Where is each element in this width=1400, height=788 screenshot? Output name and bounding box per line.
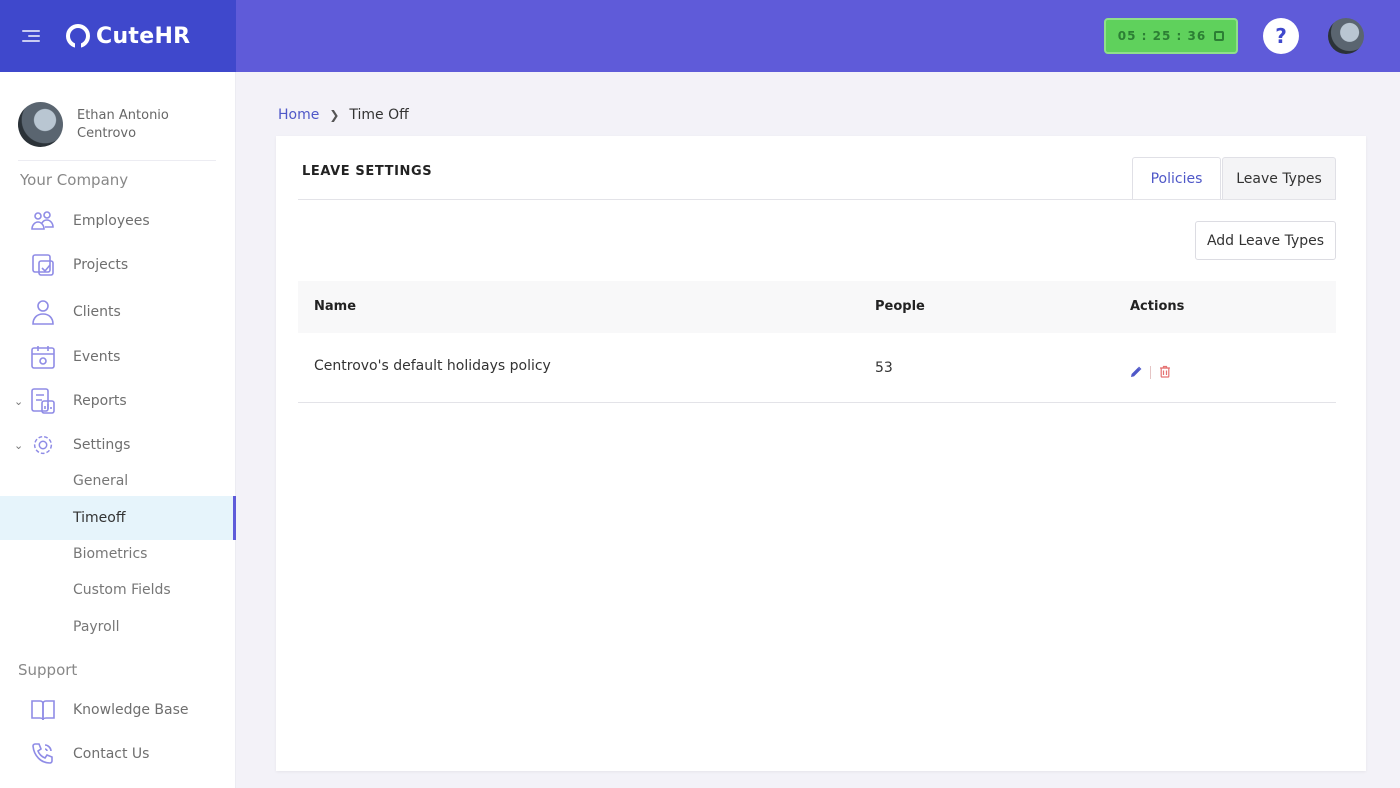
sidebar-item-label: Reports (73, 393, 127, 409)
edit-icon[interactable] (1130, 363, 1142, 382)
breadcrumb-current: Time Off (349, 107, 409, 123)
leave-settings-card: LEAVE SETTINGS Policies Leave Types Add … (276, 136, 1366, 771)
sidebar-item-knowledge-base[interactable]: Knowledge Base (30, 695, 220, 725)
sidebar-item-employees[interactable]: Employees (30, 206, 220, 236)
top-bar: 05 : 25 : 36 ? (236, 0, 1400, 72)
add-leave-types-button[interactable]: Add Leave Types (1195, 221, 1336, 260)
help-button[interactable]: ? (1263, 18, 1299, 54)
policy-people-count: 53 (875, 360, 893, 376)
sidebar: Ethan Antonio Centrovo Your Company Empl… (0, 72, 236, 788)
tab-leave-types[interactable]: Leave Types (1222, 157, 1336, 200)
sidebar-item-label: Knowledge Base (73, 702, 189, 718)
menu-toggle-icon[interactable] (22, 30, 40, 42)
delete-icon[interactable] (1159, 363, 1171, 382)
card-title: LEAVE SETTINGS (302, 164, 433, 179)
sidebar-item-projects[interactable]: Projects (30, 250, 220, 280)
sidebar-item-label: Projects (73, 257, 129, 273)
sidebar-item-reports[interactable]: ⌄ Reports (14, 386, 220, 416)
projects-icon (30, 252, 56, 278)
stop-icon (1214, 31, 1225, 41)
chevron-right-icon: ❯ (329, 108, 340, 122)
sidebar-item-events[interactable]: Events (30, 342, 220, 372)
sidebar-sub-payroll[interactable]: Payroll (0, 605, 236, 649)
section-title-company: Your Company (20, 171, 129, 189)
clients-icon (30, 299, 56, 325)
breadcrumb: Home ❯ Time Off (278, 107, 409, 123)
column-header-actions: Actions (1130, 299, 1185, 314)
app-name: CuteHR (96, 23, 191, 49)
user-name: Ethan Antonio Centrovo (77, 107, 169, 141)
reports-icon (30, 388, 56, 414)
sidebar-item-label: Events (73, 349, 121, 365)
sidebar-item-label: Clients (73, 304, 121, 320)
employees-icon (30, 208, 56, 234)
timer-value: 05 : 25 : 36 (1117, 29, 1207, 43)
chevron-down-icon: ⌄ (14, 438, 24, 452)
profile-avatar[interactable] (1328, 18, 1364, 54)
sidebar-item-label: Employees (73, 213, 150, 229)
tab-policies[interactable]: Policies (1132, 157, 1221, 200)
breadcrumb-home-link[interactable]: Home (278, 107, 319, 123)
chevron-down-icon: ⌄ (14, 394, 24, 408)
sidebar-item-label: Settings (73, 437, 131, 453)
action-separator (1150, 366, 1151, 379)
sidebar-item-settings[interactable]: ⌄ Settings (14, 430, 220, 460)
brand-bar: CuteHR (0, 0, 236, 72)
avatar (18, 102, 63, 147)
table-row[interactable]: Centrovo's default holidays policy 53 (298, 333, 1336, 403)
row-actions (1130, 363, 1171, 382)
book-icon (30, 697, 56, 723)
sidebar-item-clients[interactable]: Clients (30, 297, 220, 327)
section-title-support: Support (18, 661, 78, 679)
app-logo[interactable]: CuteHR (66, 24, 190, 49)
sidebar-user[interactable]: Ethan Antonio Centrovo (18, 102, 187, 147)
table-header: Name People Actions (298, 281, 1336, 333)
divider (18, 160, 216, 161)
logo-icon (66, 24, 90, 48)
column-header-people[interactable]: People (875, 299, 925, 314)
settings-icon (30, 432, 56, 458)
sidebar-item-label: Contact Us (73, 746, 150, 762)
sidebar-item-contact-us[interactable]: Contact Us (30, 739, 220, 769)
events-icon (30, 344, 56, 370)
phone-icon (30, 741, 56, 767)
divider (298, 199, 1336, 200)
column-header-name[interactable]: Name (314, 299, 356, 314)
clock-timer-button[interactable]: 05 : 25 : 36 (1104, 18, 1238, 54)
policy-name[interactable]: Centrovo's default holidays policy (314, 358, 551, 374)
